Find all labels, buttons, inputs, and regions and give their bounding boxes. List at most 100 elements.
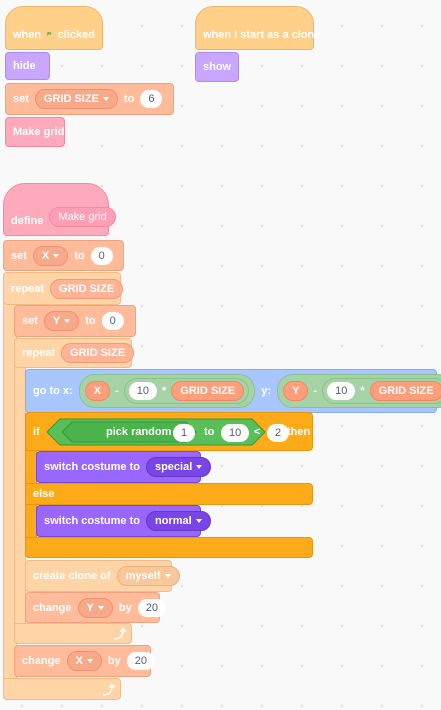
when-flag-clicked-hat[interactable]: when clicked bbox=[5, 6, 103, 50]
change-label: change bbox=[33, 601, 72, 614]
when-label: when bbox=[13, 29, 42, 41]
variable-dropdown[interactable]: Y bbox=[77, 597, 113, 618]
multiply-expression[interactable]: 10 * GRID SIZE bbox=[123, 378, 250, 404]
dropdown-arrow-icon bbox=[102, 97, 109, 101]
else-label: else bbox=[33, 488, 55, 500]
x-variable-reporter[interactable]: X bbox=[84, 381, 111, 401]
dropdown-arrow-icon bbox=[196, 465, 203, 469]
variable-dropdown[interactable]: GRID SIZE bbox=[34, 89, 118, 109]
dropdown-arrow-icon bbox=[195, 519, 202, 523]
multiply-expression[interactable]: 10 * GRID SIZE bbox=[322, 378, 441, 404]
code-workspace[interactable]: { "colors": { "events": "#ffd08a", "look… bbox=[0, 0, 441, 710]
y-expression[interactable]: Y - 10 * GRID SIZE bbox=[277, 374, 441, 408]
times-operator: * bbox=[360, 385, 365, 397]
dropdown-arrow-icon bbox=[97, 605, 104, 610]
variable-dropdown[interactable]: X bbox=[66, 651, 102, 671]
hide-block[interactable]: hide bbox=[5, 52, 50, 80]
y-variable-reporter[interactable]: Y bbox=[283, 381, 309, 401]
costume-dropdown[interactable]: special bbox=[145, 457, 212, 477]
set-label: set bbox=[22, 315, 38, 327]
minus-operator: - bbox=[115, 385, 119, 397]
variable-name: GRID SIZE bbox=[43, 93, 99, 105]
to-label: to bbox=[74, 249, 85, 262]
by-label: by bbox=[107, 655, 121, 667]
set-label: set bbox=[13, 93, 29, 105]
if-then-block[interactable]: if pick random 1 to 10 < 2 then bbox=[25, 412, 313, 451]
value-input[interactable]: 0 bbox=[90, 246, 113, 265]
define-make-grid-hat[interactable]: define Make grid bbox=[3, 183, 116, 236]
repeat-count-reporter[interactable]: GRID SIZE bbox=[61, 343, 135, 363]
number-input[interactable]: 10 bbox=[128, 382, 157, 400]
pick-random-label: pick random bbox=[106, 426, 172, 438]
compare-input[interactable]: 2 bbox=[267, 424, 290, 442]
variable-dropdown[interactable]: Y bbox=[43, 311, 80, 331]
set-label: set bbox=[11, 249, 27, 262]
clone-target-name: myself bbox=[125, 570, 161, 582]
value-input[interactable]: 20 bbox=[126, 652, 155, 670]
loop-arrow-icon: ⤴ bbox=[114, 627, 127, 641]
if-else-c-bottom[interactable] bbox=[25, 537, 313, 558]
set-y-block[interactable]: set Y to 0 bbox=[14, 305, 136, 337]
dropdown-arrow-icon bbox=[53, 253, 60, 258]
go-to-xy-block[interactable]: go to x: X - 10 * GRID SIZE y: Y - 10 * … bbox=[25, 369, 441, 413]
grid-size-reporter[interactable]: GRID SIZE bbox=[171, 381, 245, 401]
clicked-label: clicked bbox=[57, 29, 95, 41]
show-block[interactable]: show bbox=[195, 52, 239, 82]
define-label: define bbox=[11, 215, 44, 227]
loop-arrow-icon: ⤴ bbox=[103, 683, 116, 697]
switch-costume-normal-block[interactable]: switch costume to normal bbox=[36, 505, 211, 537]
show-label: show bbox=[203, 61, 232, 73]
set-x-block[interactable]: set X to 0 bbox=[3, 240, 124, 271]
to-label: to bbox=[85, 315, 96, 327]
switch-costume-label: switch costume to bbox=[44, 515, 140, 527]
repeat-count-reporter[interactable]: GRID SIZE bbox=[50, 278, 124, 299]
costume-name: normal bbox=[154, 515, 192, 527]
grid-size-reporter[interactable]: GRID SIZE bbox=[369, 381, 441, 401]
repeat-inner-block[interactable]: repeat GRID SIZE bbox=[14, 338, 135, 368]
variable-name: X bbox=[41, 249, 50, 262]
make-grid-call-block[interactable]: Make grid bbox=[5, 117, 65, 147]
set-grid-size-block[interactable]: set GRID SIZE to 6 bbox=[5, 83, 174, 115]
go-to-label: go to x: bbox=[33, 385, 73, 397]
dropdown-arrow-icon bbox=[64, 319, 71, 323]
switch-costume-special-block[interactable]: switch costume to special bbox=[36, 451, 212, 483]
value-input[interactable]: 6 bbox=[140, 90, 163, 108]
dropdown-arrow-icon bbox=[164, 574, 171, 578]
switch-costume-label: switch costume to bbox=[44, 461, 140, 473]
variable-name: X bbox=[75, 655, 83, 667]
less-than-label: < bbox=[254, 426, 261, 438]
hide-label: hide bbox=[13, 60, 36, 72]
dropdown-arrow-icon bbox=[86, 659, 93, 663]
change-x-block[interactable]: change X by 20 bbox=[14, 645, 155, 677]
create-clone-label: create clone of bbox=[33, 570, 111, 582]
x-expression[interactable]: X - 10 * GRID SIZE bbox=[78, 374, 256, 408]
clone-target-dropdown[interactable]: myself bbox=[116, 566, 180, 586]
value-input[interactable]: 0 bbox=[101, 312, 124, 330]
to-label: to bbox=[123, 93, 135, 105]
clone-hat-label: when I start as a clone bbox=[203, 29, 321, 41]
green-flag-icon bbox=[47, 32, 52, 36]
repeat-label: repeat bbox=[22, 347, 56, 359]
repeat-label: repeat bbox=[11, 282, 45, 295]
to-label: to bbox=[204, 426, 215, 438]
then-label: then bbox=[287, 426, 311, 438]
number-input[interactable]: 10 bbox=[327, 382, 356, 400]
random-from-input[interactable]: 1 bbox=[173, 424, 196, 442]
repeat-outer-block[interactable]: repeat GRID SIZE bbox=[3, 272, 124, 305]
times-operator: * bbox=[161, 385, 167, 397]
y-label: y: bbox=[261, 385, 272, 397]
costume-dropdown[interactable]: normal bbox=[145, 511, 211, 531]
when-start-as-clone-hat[interactable]: when I start as a clone bbox=[195, 6, 320, 50]
costume-name: special bbox=[154, 461, 193, 473]
random-to-input[interactable]: 10 bbox=[221, 424, 250, 442]
change-y-block[interactable]: change Y by 20 bbox=[25, 592, 166, 623]
variable-name: Y bbox=[52, 315, 61, 327]
define-name-pill: Make grid bbox=[49, 207, 116, 227]
create-clone-block[interactable]: create clone of myself bbox=[25, 560, 180, 592]
if-label: if bbox=[33, 425, 40, 438]
variable-dropdown[interactable]: X bbox=[32, 245, 69, 266]
else-block[interactable]: else bbox=[25, 483, 313, 505]
by-label: by bbox=[118, 601, 132, 614]
value-input[interactable]: 20 bbox=[137, 598, 166, 617]
call-label: Make grid bbox=[13, 126, 65, 138]
